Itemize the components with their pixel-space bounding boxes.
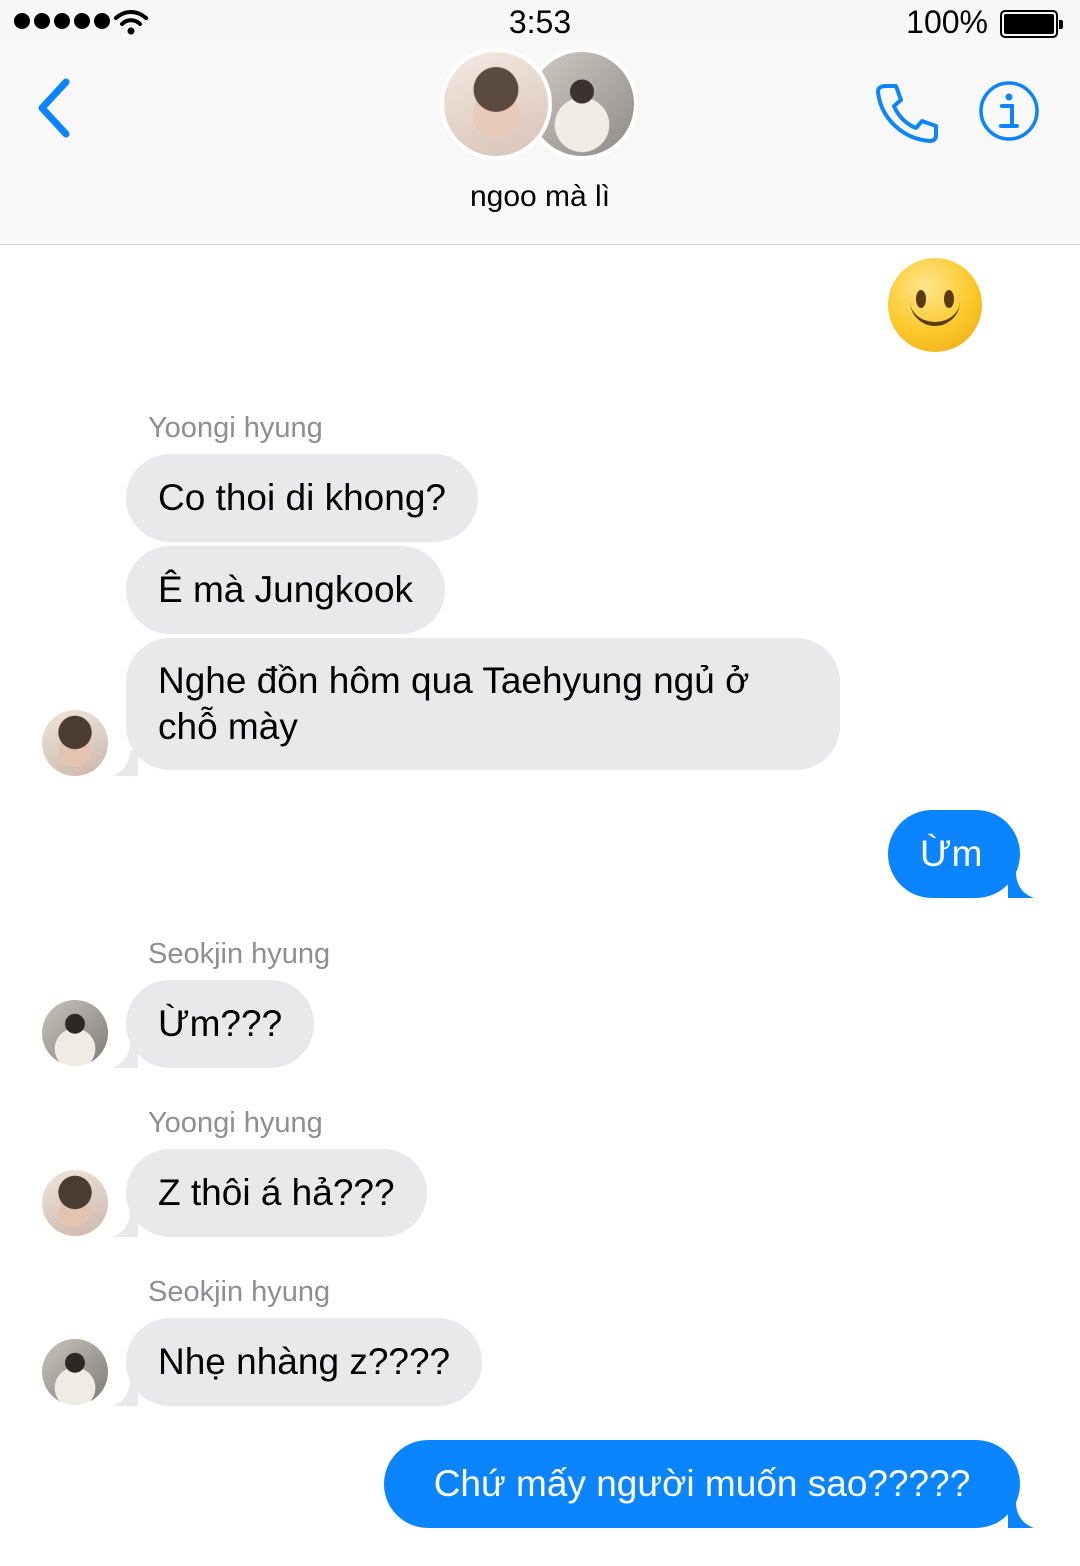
avatar-seokjin[interactable] (42, 1339, 108, 1405)
avatar-yoongi[interactable] (42, 1170, 108, 1236)
sender-label: Yoongi hyung (148, 1107, 323, 1139)
sender-label: Yoongi hyung (148, 412, 323, 444)
group-avatar[interactable] (440, 44, 640, 164)
avatar-seokjin[interactable] (42, 1000, 108, 1066)
message-bubble[interactable]: Z thôi á hả??? (126, 1149, 427, 1237)
bubble-tail (1008, 1502, 1034, 1528)
smile-emoji-message[interactable] (888, 258, 982, 352)
bubble-tail (112, 750, 138, 776)
message-bubble[interactable]: Co thoi di khong? (126, 454, 478, 542)
message-bubble[interactable]: Nghe đồn hôm qua Taehyung ngủ ở chỗ mày (126, 638, 840, 770)
battery-percent: 100% (906, 4, 988, 40)
phone-icon (876, 84, 938, 143)
avatar-yoongi[interactable] (42, 710, 108, 776)
bubble-tail (112, 1211, 138, 1237)
info-icon (979, 81, 1039, 141)
message-bubble[interactable]: Ê mà Jungkook (126, 546, 446, 634)
back-button[interactable] (30, 70, 86, 146)
message-bubble[interactable]: Ừm (888, 810, 1020, 898)
bubble-tail (1008, 872, 1034, 898)
message-bubble[interactable]: Nhẹ nhàng z???? (126, 1318, 483, 1406)
bubble-tail (112, 1042, 138, 1068)
message-bubble[interactable]: Ừm??? (126, 980, 315, 1068)
group-name[interactable]: ngoo mà lì (0, 180, 1080, 214)
info-button[interactable] (978, 80, 1040, 142)
bubble-tail (112, 1380, 138, 1406)
sender-label: Seokjin hyung (148, 938, 331, 970)
status-bar: 3:53 100% (0, 0, 1080, 48)
call-button[interactable] (872, 80, 940, 144)
chevron-left-icon (38, 78, 70, 138)
message-bubble[interactable]: Chứ mấy người muốn sao????? (384, 1440, 1020, 1528)
battery-icon (1000, 10, 1063, 38)
sender-label: Seokjin hyung (148, 1276, 331, 1308)
avatar-yoongi (440, 48, 552, 160)
